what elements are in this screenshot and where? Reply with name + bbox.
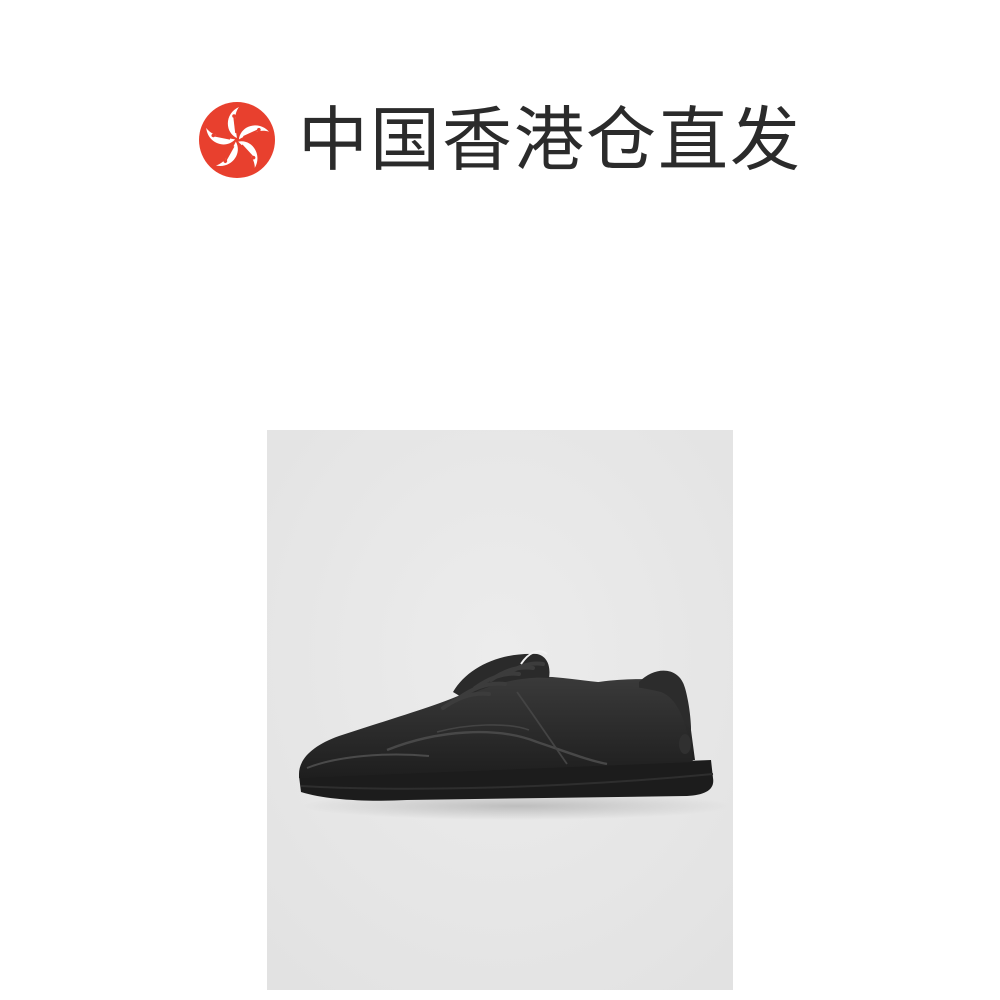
hong-kong-flag-icon (198, 101, 276, 179)
shipping-banner-text: 中国香港仓直发 (298, 99, 802, 181)
product-image (267, 430, 733, 990)
product-page: 中国香港仓直发 (0, 0, 1000, 1000)
shipping-banner: 中国香港仓直发 (0, 92, 1000, 188)
